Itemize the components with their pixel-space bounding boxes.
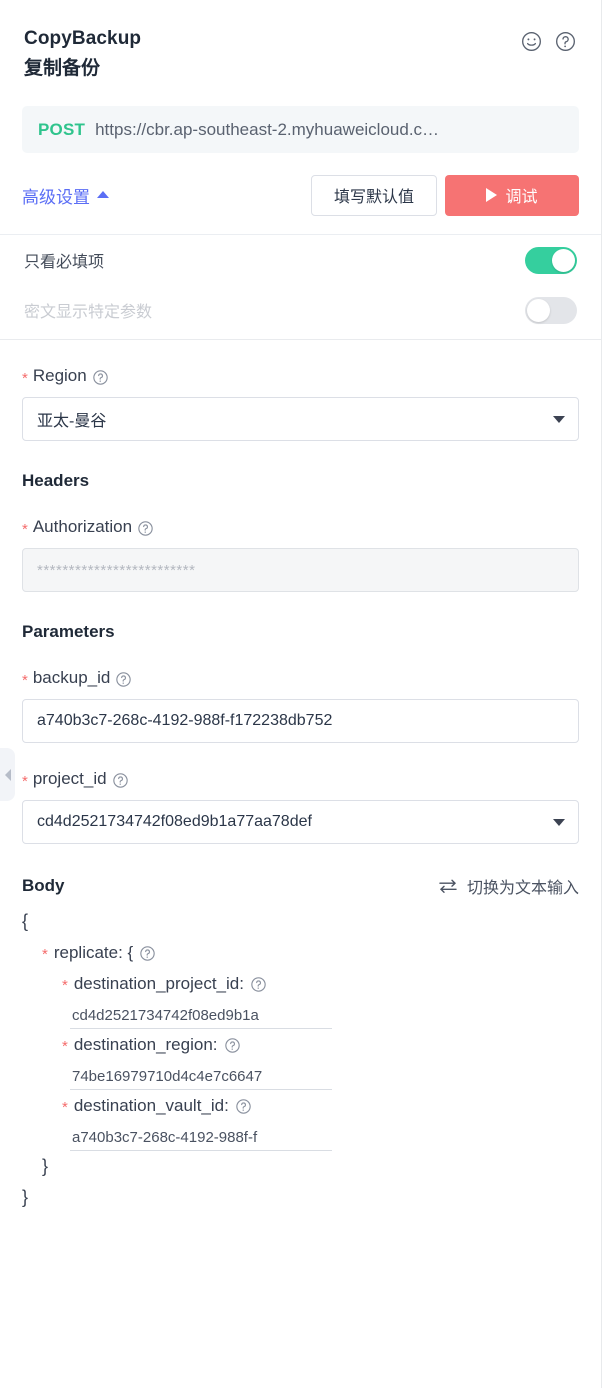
required-star: * xyxy=(22,673,28,688)
authorization-input[interactable]: ************************* xyxy=(22,548,579,592)
swap-arrows-icon xyxy=(438,878,458,894)
region-value: 亚太-曼谷 xyxy=(37,407,106,431)
advanced-settings-toggle[interactable]: 高级设置 xyxy=(22,183,109,208)
project-id-label-row: * project_id xyxy=(22,769,579,789)
smiley-icon[interactable] xyxy=(520,30,543,53)
api-debug-panel: CopyBackup 复制备份 POST https: xyxy=(0,0,602,1388)
json-replicate-close-brace: } xyxy=(22,1151,579,1182)
switch-knob xyxy=(552,249,575,272)
header-icon-group xyxy=(520,30,577,53)
help-circle-icon[interactable] xyxy=(115,671,132,688)
project-id-select[interactable]: cd4d2521734742f08ed9b1a77aa78def xyxy=(22,800,579,844)
api-title: CopyBackup xyxy=(24,26,577,52)
json-key-label: destination_vault_id: xyxy=(74,1096,229,1116)
destination-vault-id-input[interactable]: a740b3c7-268c-4192-988f-f xyxy=(70,1127,332,1151)
destination-project-id-input[interactable]: cd4d2521734742f08ed9b1a xyxy=(70,1005,332,1029)
setting-mask-params-switch[interactable] xyxy=(525,297,577,324)
body-section-title: Body xyxy=(22,876,65,896)
request-url-text: https://cbr.ap-southeast-2.myhuaweicloud… xyxy=(95,120,439,140)
switch-knob xyxy=(527,299,550,322)
panel-collapse-handle[interactable] xyxy=(0,748,15,801)
json-key-destination-project-id: * destination_project_id: xyxy=(22,968,579,999)
help-circle-icon[interactable] xyxy=(554,30,577,53)
headers-section-title: Headers xyxy=(22,471,579,491)
debug-button-label: 调试 xyxy=(505,183,537,207)
help-circle-icon[interactable] xyxy=(235,1098,252,1115)
chevron-left-icon xyxy=(5,769,11,781)
debug-button[interactable]: 调试 xyxy=(445,175,579,216)
authorization-label-row: * Authorization xyxy=(22,517,579,537)
chevron-down-icon xyxy=(553,819,565,826)
help-circle-icon[interactable] xyxy=(139,945,156,962)
advanced-settings-panel: 只看必填项 密文显示特定参数 xyxy=(0,235,601,335)
json-key-label: destination_project_id: xyxy=(74,974,244,994)
fill-defaults-button[interactable]: 填写默认值 xyxy=(311,175,437,216)
request-url-bar[interactable]: POST https://cbr.ap-southeast-2.myhuawei… xyxy=(22,106,579,153)
authorization-masked-value: ************************* xyxy=(37,562,195,579)
setting-required-only-label: 只看必填项 xyxy=(24,248,104,272)
destination-region-input[interactable]: 74be16979710d4c4e7c6647 xyxy=(70,1066,332,1090)
region-select[interactable]: 亚太-曼谷 xyxy=(22,397,579,441)
json-value-row: a740b3c7-268c-4192-988f-f xyxy=(22,1121,579,1151)
toolbar-row: 高级设置 填写默认值 调试 xyxy=(22,172,579,218)
json-key-replicate: * replicate: { xyxy=(22,937,579,968)
switch-to-text-input-label: 切换为文本输入 xyxy=(467,874,579,898)
region-label: Region xyxy=(33,366,87,386)
help-circle-icon[interactable] xyxy=(92,369,109,386)
required-star: * xyxy=(62,1100,68,1115)
required-star: * xyxy=(42,947,48,962)
json-open-brace: { xyxy=(22,906,579,937)
required-star: * xyxy=(62,1039,68,1054)
required-star: * xyxy=(62,978,68,993)
api-title-cn: 复制备份 xyxy=(24,54,577,84)
json-key-destination-region: * destination_region: xyxy=(22,1029,579,1060)
backup-id-label: backup_id xyxy=(33,668,111,688)
advanced-settings-label: 高级设置 xyxy=(22,183,90,208)
help-circle-icon[interactable] xyxy=(137,520,154,537)
setting-required-only-row: 只看必填项 xyxy=(24,235,577,285)
help-circle-icon[interactable] xyxy=(112,772,129,789)
settings-divider xyxy=(0,339,601,340)
play-icon xyxy=(486,188,497,202)
body-json-editor: { * replicate: { xyxy=(22,906,579,1213)
project-id-label: project_id xyxy=(33,769,107,789)
authorization-label: Authorization xyxy=(33,517,132,537)
help-circle-icon[interactable] xyxy=(250,976,267,993)
switch-to-text-input-button[interactable]: 切换为文本输入 xyxy=(438,874,579,898)
region-label-row: * Region xyxy=(22,366,579,386)
body-header-row: Body 切换为文本输入 xyxy=(22,874,579,898)
json-value-row: cd4d2521734742f08ed9b1a xyxy=(22,999,579,1029)
required-star: * xyxy=(22,774,28,789)
json-close-brace: } xyxy=(22,1182,579,1213)
chevron-down-icon xyxy=(553,416,565,423)
required-star: * xyxy=(22,522,28,537)
panel-header: CopyBackup 复制备份 xyxy=(0,0,601,84)
setting-mask-params-label: 密文显示特定参数 xyxy=(24,298,152,322)
backup-id-value: a740b3c7-268c-4192-988f-f172238db752 xyxy=(37,712,332,730)
json-key-label: destination_region: xyxy=(74,1035,218,1055)
http-method-badge: POST xyxy=(38,120,85,140)
backup-id-input[interactable]: a740b3c7-268c-4192-988f-f172238db752 xyxy=(22,699,579,743)
help-circle-icon[interactable] xyxy=(224,1037,241,1054)
json-key-label: replicate: { xyxy=(54,943,133,963)
project-id-value: cd4d2521734742f08ed9b1a77aa78def xyxy=(37,813,312,831)
toolbar-buttons: 填写默认值 调试 xyxy=(311,175,579,216)
request-form: * Region 亚太-曼谷 Headers * Authorization xyxy=(0,366,601,1213)
backup-id-label-row: * backup_id xyxy=(22,668,579,688)
json-key-destination-vault-id: * destination_vault_id: xyxy=(22,1090,579,1121)
required-star: * xyxy=(22,371,28,386)
chevron-up-icon xyxy=(97,191,109,198)
parameters-section-title: Parameters xyxy=(22,622,579,642)
setting-mask-params-row: 密文显示特定参数 xyxy=(24,285,577,335)
json-value-row: 74be16979710d4c4e7c6647 xyxy=(22,1060,579,1090)
setting-required-only-switch[interactable] xyxy=(525,247,577,274)
